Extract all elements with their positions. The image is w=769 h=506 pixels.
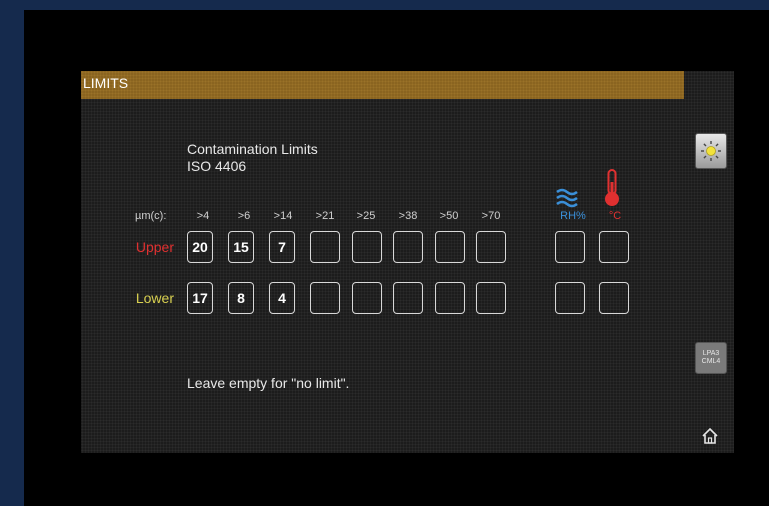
lower-gt38-input[interactable] (393, 282, 423, 314)
lower-gt14-input[interactable]: 4 (269, 282, 295, 314)
sun-icon (699, 139, 723, 163)
upper-gt25-input[interactable] (352, 231, 382, 263)
brightness-button[interactable] (695, 133, 727, 169)
col-header-gt21: >21 (315, 210, 335, 222)
temp-label: °C (608, 210, 622, 222)
heading: Contamination Limits ISO 4406 (187, 141, 318, 175)
col-header-gt70: >70 (481, 210, 501, 222)
mode-button[interactable]: LPA3 CML4 (695, 342, 727, 374)
home-icon (701, 427, 719, 445)
heading-line2: ISO 4406 (187, 158, 247, 174)
col-header-gt38: >38 (398, 210, 418, 222)
thermometer-icon (603, 168, 621, 208)
heading-line1: Contamination Limits (187, 141, 318, 157)
lower-gt50-input[interactable] (435, 282, 465, 314)
lower-label: Lower (135, 290, 174, 306)
col-header-gt6: >6 (237, 210, 251, 222)
limits-screen: LIMITS Contamination Limits ISO 4406 µm(… (81, 71, 734, 453)
upper-gt14-input[interactable]: 7 (269, 231, 295, 263)
rh-label: RH% (560, 210, 586, 222)
mode-label: LPA3 CML4 (701, 350, 721, 365)
upper-gt50-input[interactable] (435, 231, 465, 263)
lower-gt70-input[interactable] (476, 282, 506, 314)
lower-gt4-input[interactable]: 17 (187, 282, 213, 314)
upper-label: Upper (135, 239, 174, 255)
lower-temp-input[interactable] (599, 282, 629, 314)
hint-text: Leave empty for "no limit". (187, 375, 350, 391)
col-header-gt14: >14 (273, 210, 293, 222)
col-header-gt4: >4 (196, 210, 210, 222)
unit-label: µm(c): (135, 210, 167, 222)
upper-gt4-input[interactable]: 20 (187, 231, 213, 263)
upper-gt6-input[interactable]: 15 (228, 231, 254, 263)
title-bar: LIMITS (81, 71, 684, 99)
col-header-gt50: >50 (439, 210, 459, 222)
lower-rh-input[interactable] (555, 282, 585, 314)
lower-gt6-input[interactable]: 8 (228, 282, 254, 314)
waves-icon (555, 188, 579, 208)
lower-gt21-input[interactable] (310, 282, 340, 314)
upper-gt38-input[interactable] (393, 231, 423, 263)
home-button[interactable] (697, 423, 723, 449)
upper-gt70-input[interactable] (476, 231, 506, 263)
upper-gt21-input[interactable] (310, 231, 340, 263)
upper-temp-input[interactable] (599, 231, 629, 263)
upper-rh-input[interactable] (555, 231, 585, 263)
page-title: LIMITS (83, 75, 129, 91)
lower-gt25-input[interactable] (352, 282, 382, 314)
col-header-gt25: >25 (356, 210, 376, 222)
